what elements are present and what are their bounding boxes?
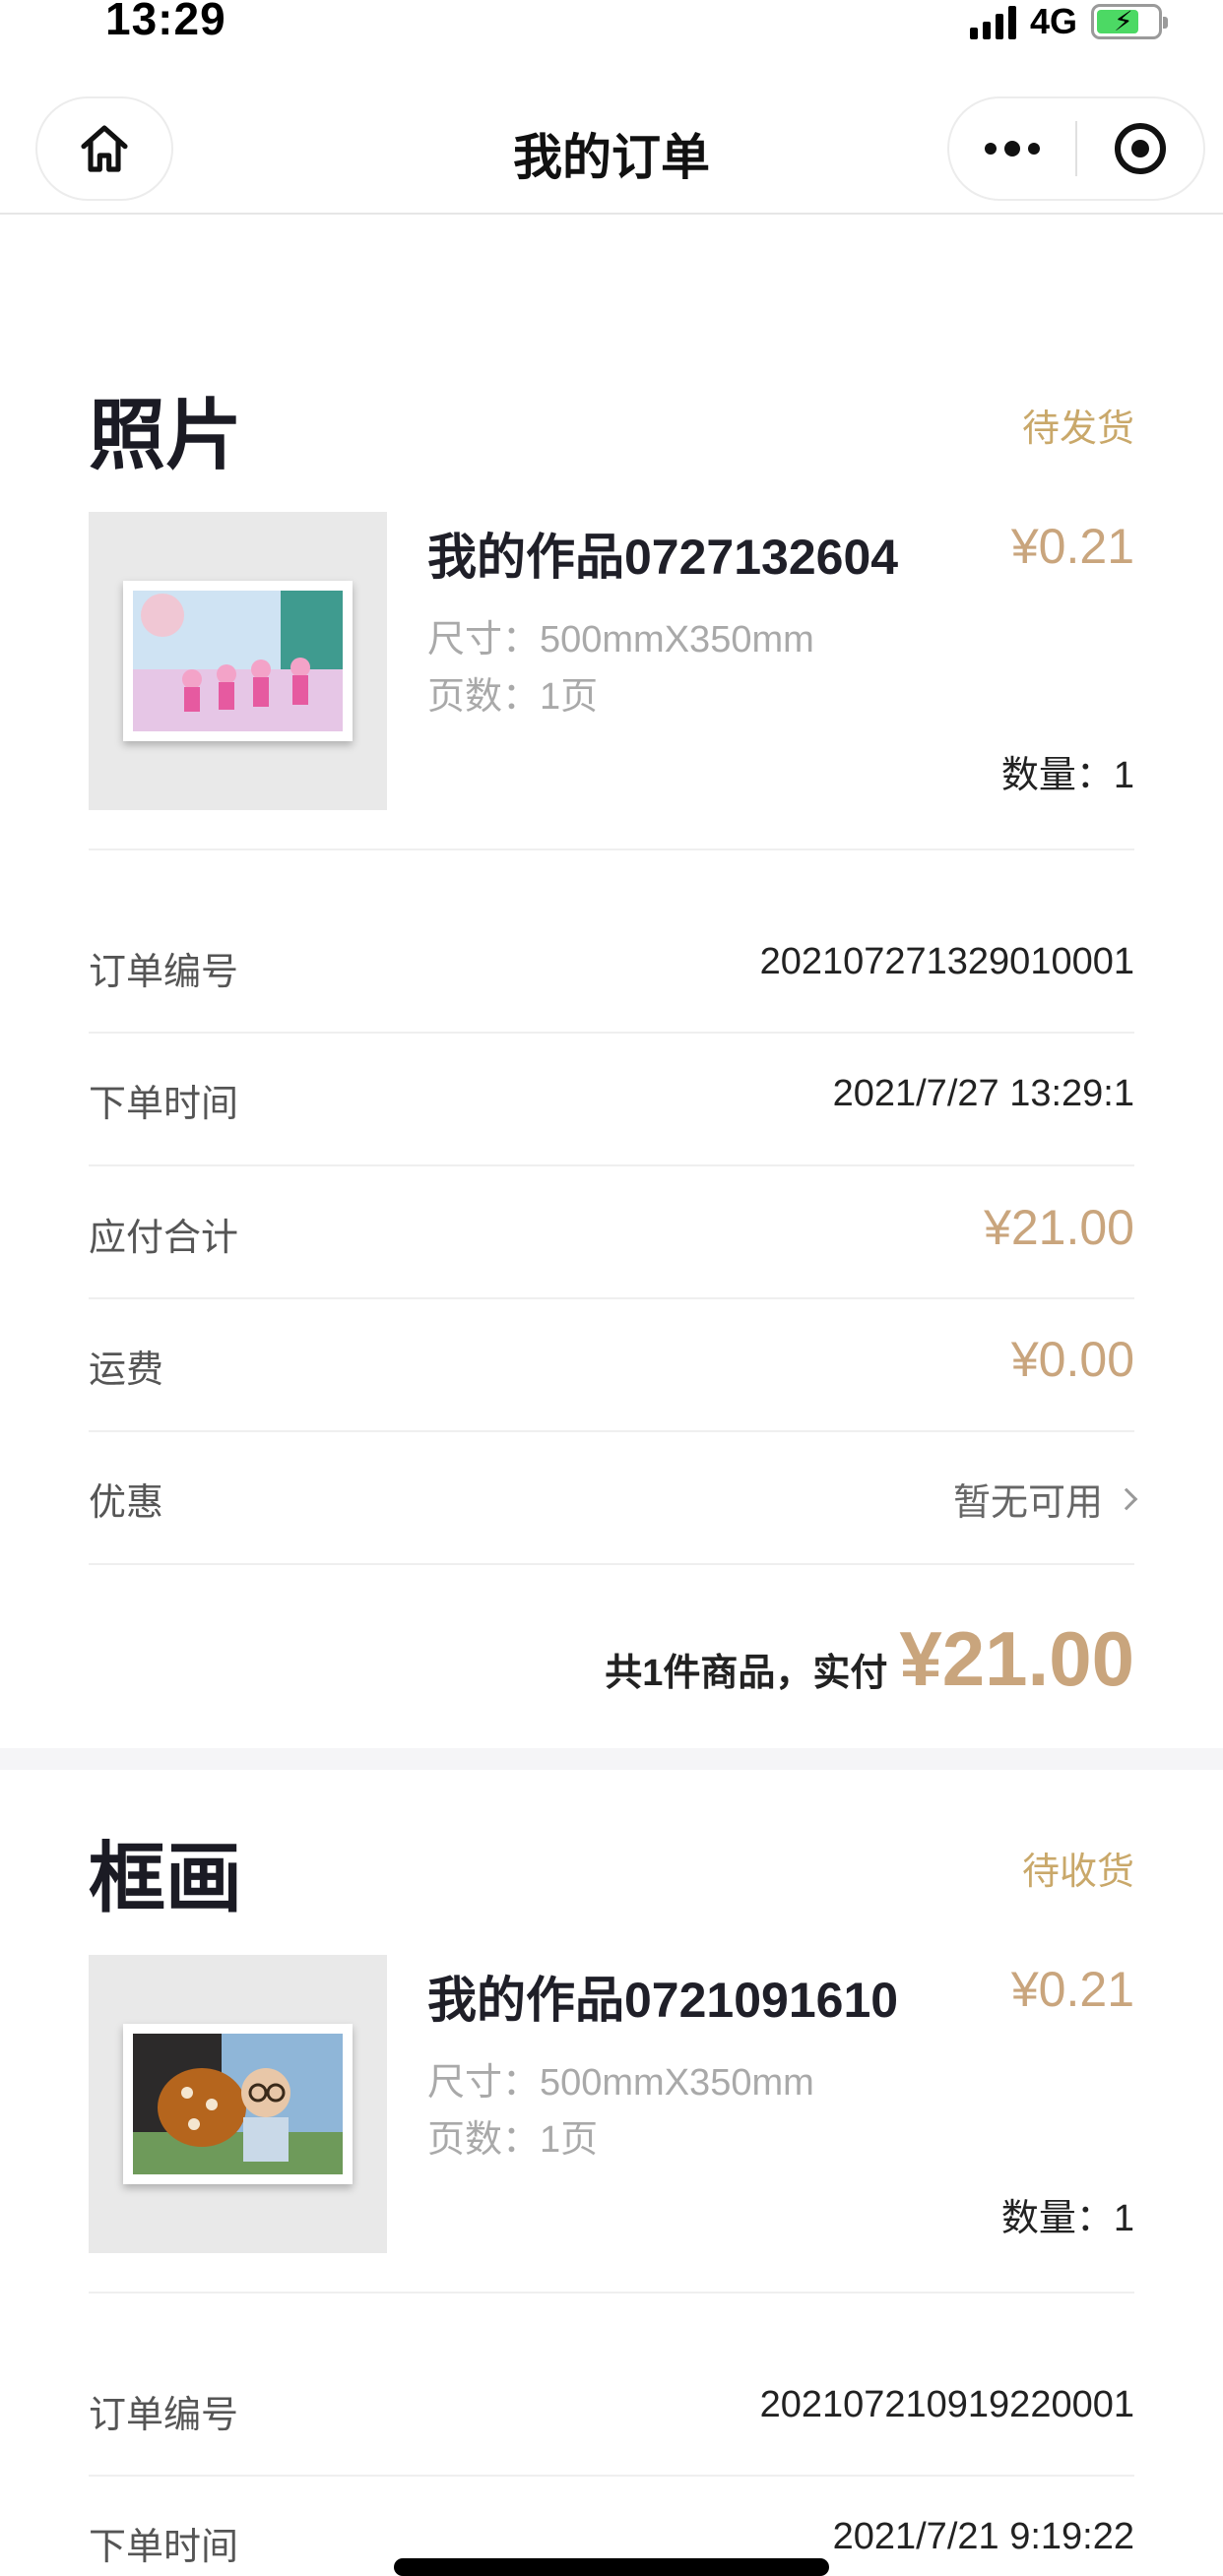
product-thumbnail[interactable] [89,512,387,810]
network-type: 4G [1029,1,1077,41]
order-status: 待收货 [1021,1852,1134,1893]
product-pages: 页数：1页 [427,2119,599,2161]
order-number-label: 订单编号 [89,952,239,993]
divider [89,1563,1134,1565]
divider [89,1164,1134,1166]
photo-frame [123,2024,353,2184]
divider [89,1297,1134,1299]
divider [89,1032,1134,1034]
order-time-label: 下单时间 [89,2527,239,2568]
product-quantity: 数量：1 [1000,2198,1134,2239]
target-icon [1115,123,1166,174]
photo-frame [123,581,353,741]
product-quantity: 数量：1 [1000,755,1134,796]
mini-program-capsule [947,96,1205,201]
payable-label: 应付合计 [89,1218,239,1259]
order-status: 待发货 [1021,408,1134,450]
order-time-value: 2021/7/27 13:29:1 [832,1073,1134,1114]
total-text: 共1件商品，实付 [605,1653,888,1694]
chevron-right-icon [1115,1487,1138,1510]
more-button[interactable] [949,98,1075,199]
discount-selector[interactable]: 暂无可用 [952,1472,1138,1526]
order-type: 照片 [89,392,243,478]
total-amount: ¥21.00 [899,1615,1134,1702]
signal-icon [969,4,1016,39]
product-size: 尺寸：500mmX350mm [427,2062,814,2104]
payable-value: ¥21.00 [984,1200,1134,1255]
close-button[interactable] [1077,98,1203,199]
shipping-value: ¥0.00 [1010,1332,1134,1387]
product-price: ¥0.21 [1010,1962,1134,2017]
status-indicators: 4G ⚡ [969,0,1168,43]
section-separator [0,1748,1223,1770]
status-bar: 13:29 4G ⚡ [0,0,1223,59]
product-size: 尺寸：500mmX350mm [427,619,814,660]
photo-image [133,2034,343,2174]
order-time-label: 下单时间 [89,1084,239,1125]
product-name: 我的作品0721091610 [427,1973,899,2028]
battery-icon: ⚡ [1091,4,1168,39]
home-indicator [394,2558,829,2576]
more-dots-icon [985,141,1040,157]
divider [89,2475,1134,2477]
shipping-label: 运费 [89,1350,164,1391]
order-time-value: 2021/7/21 9:19:22 [832,2516,1134,2557]
photo-image [133,591,343,731]
discount-label: 优惠 [89,1482,164,1524]
divider [89,1430,1134,1432]
product-pages: 页数：1页 [427,676,599,718]
order-total: 共1件商品，实付 ¥21.00 [605,1614,1134,1704]
divider [89,2292,1134,2293]
order-number-label: 订单编号 [89,2395,239,2436]
discount-value: 暂无可用 [952,1482,1103,1524]
product-price: ¥0.21 [1010,519,1134,574]
product-thumbnail[interactable] [89,1955,387,2253]
order-number-value: 202107210919220001 [759,2384,1134,2425]
status-time: 13:29 [105,0,226,44]
divider [89,848,1134,850]
product-name: 我的作品0727132604 [427,530,899,585]
order-type: 框画 [89,1835,243,1921]
order-number-value: 202107271329010001 [759,941,1134,982]
nav-bar: 我的订单 [0,87,1223,215]
